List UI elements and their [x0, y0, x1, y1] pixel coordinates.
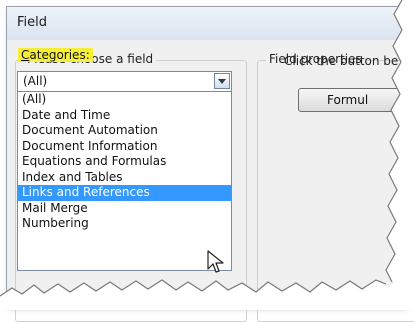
torn-edge-decoration — [0, 0, 414, 310]
